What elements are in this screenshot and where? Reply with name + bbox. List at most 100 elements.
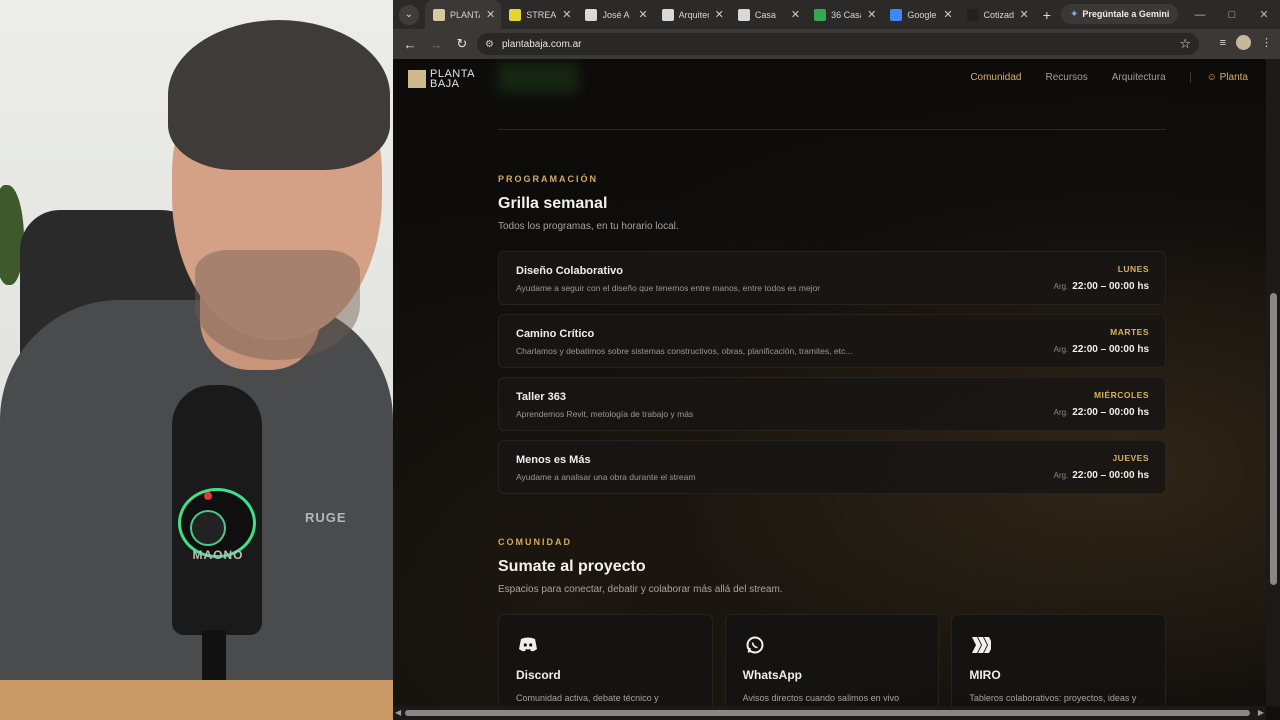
tab-close-icon[interactable]: ✕ — [486, 8, 495, 21]
minimize-icon[interactable]: — — [1184, 0, 1216, 29]
tab-close-icon[interactable]: ✕ — [943, 8, 952, 21]
show-card[interactable]: Camino Crítico Charlamos y debatimos sobr… — [498, 314, 1166, 368]
tabs: PLANTA BAJA✕STREAM✕José A✕Arquitectura✕C… — [425, 0, 1035, 29]
browser-tab[interactable]: Cotizador ✕ — [959, 0, 1035, 29]
show-day: LUNES — [1117, 264, 1149, 274]
person-hair — [168, 20, 390, 170]
nav-comunidad[interactable]: Comunidad — [970, 72, 1021, 83]
tab-label: Cotizador — [983, 9, 1014, 20]
show-card[interactable]: Diseño Colaborativo Ayudame a seguir con … — [498, 251, 1166, 305]
site-logo[interactable]: PLANTA BAJA — [408, 69, 475, 90]
tab-close-icon[interactable]: ✕ — [562, 8, 571, 21]
tab-favicon-icon — [509, 8, 522, 21]
gemini-button[interactable]: ✦ Pregúntale a Gemini — [1061, 4, 1179, 24]
back-icon[interactable]: ← — [397, 31, 423, 57]
nav-recursos[interactable]: Recursos — [1045, 72, 1087, 83]
scroll-right-icon[interactable]: ▶ — [1258, 708, 1264, 717]
horizontal-scrollbar[interactable]: ◀ ▶ — [393, 706, 1266, 720]
gemini-icon: ✦ — [1070, 8, 1079, 20]
show-card[interactable]: Menos es Más Ayudame a analisar una obra … — [498, 440, 1166, 494]
vertical-scrollbar-thumb[interactable] — [1270, 293, 1277, 585]
card-miro[interactable]: MIRO Tableros colaborativos: proyectos, … — [951, 614, 1167, 720]
card-discord-desc: Comunidad activa, debate técnico y — [516, 693, 659, 703]
nav-arquitectura[interactable]: Arquitectura — [1112, 72, 1166, 83]
tab-strip: ⌄ PLANTA BAJA✕STREAM✕José A✕Arquitectura… — [393, 0, 1280, 29]
shirt-logo: RUGE — [305, 510, 347, 525]
web-page: PLANTA BAJA Comunidad Recursos Arquitect… — [393, 59, 1280, 720]
nav-user[interactable]: ☺ Planta — [1189, 72, 1248, 83]
miro-icon — [972, 637, 992, 653]
show-day: MARTES — [1110, 327, 1149, 337]
site-info-icon[interactable]: ⚙ — [485, 39, 494, 50]
community-subtitle: Espacios para conectar, debatir y colabo… — [498, 584, 783, 595]
tab-close-icon[interactable]: ✕ — [715, 8, 724, 21]
show-time: Arg. 22:00 – 00:00 hs — [1054, 407, 1149, 418]
chevron-down-icon: ⌄ — [404, 9, 414, 20]
tab-close-icon[interactable]: ✕ — [638, 8, 647, 21]
forward-icon[interactable]: → — [423, 31, 449, 57]
header-glow — [498, 63, 578, 93]
menu-icon[interactable]: ⋮ — [1261, 36, 1272, 49]
show-time-value: 22:00 – 00:00 hs — [1072, 407, 1149, 418]
schedule-kicker: PROGRAMACIÓN — [498, 174, 598, 184]
schedule-title: Grilla semanal — [498, 195, 608, 212]
show-day: JUEVES — [1112, 453, 1149, 463]
desk — [0, 680, 393, 720]
profile-avatar[interactable] — [1236, 35, 1251, 50]
show-timezone: Arg. — [1053, 408, 1069, 417]
close-icon[interactable]: ✕ — [1248, 0, 1280, 29]
scroll-left-icon[interactable]: ◀ — [395, 708, 401, 717]
tab-favicon-icon — [433, 8, 445, 21]
browser-tab[interactable]: Casa ✕ — [730, 0, 806, 29]
show-description: Aprendemos Revit, metología de trabajo y… — [516, 409, 694, 419]
browser-tab[interactable]: Arquitectura ✕ — [654, 0, 730, 29]
community-title: Sumate al proyecto — [498, 558, 646, 575]
browser-tab[interactable]: 36 Casas ✕ — [806, 0, 882, 29]
tab-search-button[interactable]: ⌄ — [399, 4, 419, 25]
reload-icon[interactable]: ↻ — [449, 31, 475, 57]
show-card[interactable]: Taller 363 Aprendemos Revit, metología de… — [498, 377, 1166, 431]
card-discord[interactable]: Discord Comunidad activa, debate técnico… — [498, 614, 713, 720]
tab-label: PLANTA BAJA — [450, 9, 480, 20]
schedule-list: Diseño Colaborativo Ayudame a seguir con … — [498, 251, 1166, 503]
toolbar-right: ≡ ⋮ — [1220, 35, 1272, 50]
card-whatsapp-title: WhatsApp — [742, 668, 802, 682]
tab-close-icon[interactable]: ✕ — [867, 8, 876, 21]
tab-favicon-icon — [966, 8, 979, 21]
browser-tab[interactable]: José A ✕ — [577, 0, 653, 29]
url-text: plantabaja.com.ar — [501, 38, 582, 50]
show-name: Camino Crítico — [516, 328, 595, 340]
vertical-scrollbar[interactable] — [1266, 59, 1280, 706]
show-name: Diseño Colaborativo — [516, 265, 623, 277]
browser-tab[interactable]: PLANTA BAJA ✕ — [425, 0, 502, 29]
maximize-icon[interactable]: □ — [1216, 0, 1248, 29]
bookmark-star-icon[interactable]: ☆ — [1179, 36, 1191, 52]
logo-text: PLANTA BAJA — [430, 69, 475, 90]
tab-close-icon[interactable]: ✕ — [1020, 8, 1029, 21]
address-bar[interactable]: ⚙ plantabaja.com.ar ☆ — [477, 33, 1199, 55]
logo-text-bottom: BAJA — [430, 78, 460, 90]
tab-close-icon[interactable]: ✕ — [791, 8, 800, 21]
browser-tab[interactable]: Google ✕ — [882, 0, 958, 29]
tab-label: 36 Casas — [831, 9, 861, 20]
whatsapp-icon — [746, 636, 764, 654]
new-tab-button[interactable]: + — [1043, 7, 1051, 23]
tab-favicon-icon — [737, 8, 750, 21]
card-whatsapp[interactable]: WhatsApp Avisos directos cuando salimos … — [724, 614, 940, 720]
section-divider — [498, 129, 1166, 130]
microphone-knob — [190, 510, 226, 546]
horizontal-scrollbar-thumb[interactable] — [405, 710, 1250, 716]
browser-tab[interactable]: STREAM ✕ — [501, 0, 577, 29]
community-kicker: COMUNIDAD — [498, 537, 572, 547]
reading-list-icon[interactable]: ≡ — [1220, 37, 1226, 49]
card-discord-title: Discord — [516, 668, 561, 682]
show-time-value: 22:00 – 00:00 hs — [1072, 344, 1149, 355]
show-time: Arg. 22:00 – 00:00 hs — [1054, 281, 1149, 292]
browser-window: ⌄ PLANTA BAJA✕STREAM✕José A✕Arquitectura… — [393, 0, 1280, 720]
tab-favicon-icon — [814, 8, 827, 21]
tab-favicon-icon — [585, 8, 598, 21]
person-beard — [195, 250, 360, 360]
site-nav: Comunidad Recursos Arquitectura ☺ Planta — [970, 72, 1248, 83]
logo-mark-icon — [408, 70, 426, 88]
nav-user-label: Planta — [1219, 72, 1248, 83]
